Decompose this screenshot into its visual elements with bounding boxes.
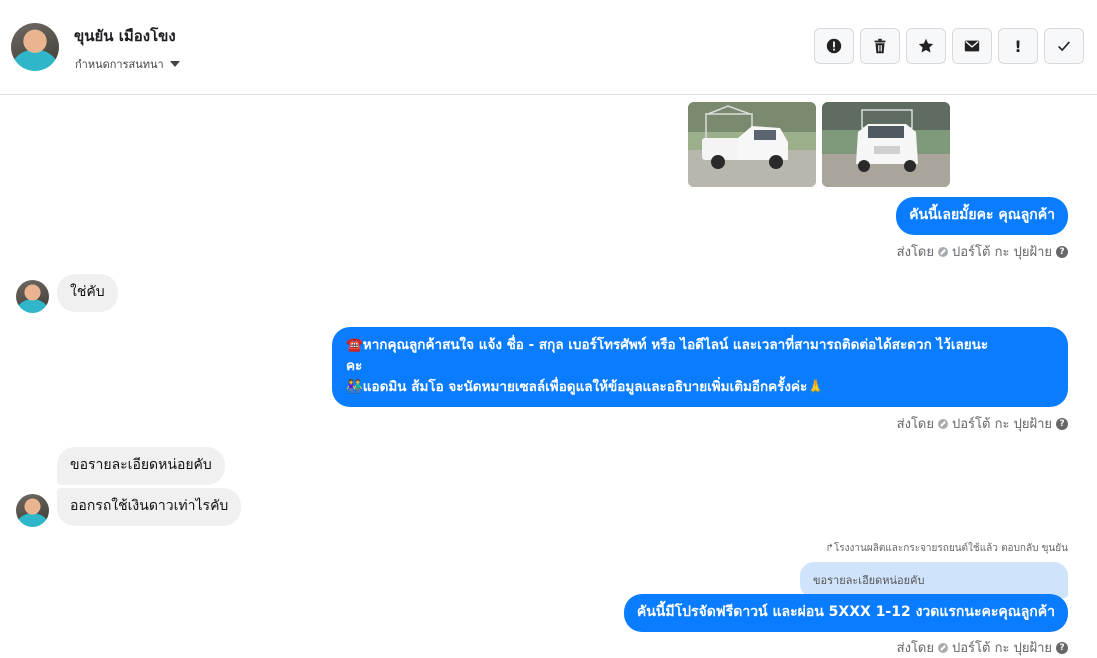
reply-context-label: ↱โรงงานผลิตและกระจายรถยนต์ใช้แล้ว ตอบกลั…	[825, 543, 1068, 554]
sent-by-label: ส่งโดย	[896, 245, 934, 260]
verified-icon	[938, 642, 948, 653]
image-attachment[interactable]	[688, 102, 816, 187]
caret-down-icon	[169, 61, 180, 67]
toolbar: !	[814, 28, 1084, 64]
message-bubble-incoming[interactable]: ใช่คับ	[57, 274, 118, 312]
sent-by-label: ส่งโดย	[896, 417, 934, 432]
star-icon	[918, 38, 934, 53]
message-text: คันนี้เลยมั้ยคะ คุณลูกค้า	[909, 207, 1055, 223]
message-text: ขอรายละเอียดหน่อยคับ	[70, 457, 212, 473]
check-icon	[1058, 41, 1071, 52]
message-bubble-incoming[interactable]: ออกรถใช้เงินดาวเท่าไรคับ	[57, 488, 242, 526]
mark-unread-button[interactable]	[952, 28, 992, 64]
trash-icon	[874, 38, 886, 54]
quoted-message[interactable]: ขอรายละเอียดหน่อยคับ	[800, 562, 1068, 598]
important-button[interactable]: !	[998, 28, 1038, 64]
spam-button[interactable]	[814, 28, 854, 64]
message-line: คะ	[346, 358, 363, 374]
alert-circle-icon	[826, 38, 842, 54]
verified-icon	[938, 418, 948, 429]
sender-avatar[interactable]	[16, 494, 49, 527]
exclamation-icon: !	[1014, 36, 1022, 56]
pickup-truck-photo	[688, 102, 816, 187]
sent-by-meta: ส่งโดย ปอร์โต้ กะ ปุยฝ้าย ?	[897, 413, 1068, 434]
sent-by-label: ส่งโดย	[896, 641, 934, 656]
sent-by-meta: ส่งโดย ปอร์โต้ กะ ปุยฝ้าย ?	[897, 637, 1068, 658]
done-button[interactable]	[1044, 28, 1084, 64]
sender-name: ปอร์โต้ กะ ปุยฝ้าย	[952, 641, 1052, 656]
help-icon[interactable]: ?	[1056, 245, 1068, 258]
pickup-truck-photo	[822, 102, 950, 187]
sender-name: ปอร์โต้ กะ ปุยฝ้าย	[952, 245, 1052, 260]
sent-by-meta: ส่งโดย ปอร์โต้ กะ ปุยฝ้าย ?	[897, 241, 1068, 262]
sender-avatar[interactable]	[16, 280, 49, 313]
message-line: 👫แอดมิน ส้มโอ จะนัดหมายเซลล์เพื่อดูแลให้…	[346, 379, 825, 395]
verified-icon	[938, 246, 948, 257]
message-line: ☎️หากคุณลูกค้าสนใจ แจ้ง ชื่อ - สกุล เบอร…	[346, 337, 989, 353]
help-icon[interactable]: ?	[1056, 641, 1068, 654]
message-bubble-outgoing[interactable]: ☎️หากคุณลูกค้าสนใจ แจ้ง ชื่อ - สกุล เบอร…	[332, 327, 1068, 407]
assign-conversation-dropdown[interactable]: กำหนดการสนทนา	[75, 55, 180, 73]
contact-avatar[interactable]	[11, 23, 59, 71]
image-attachment[interactable]	[822, 102, 950, 187]
conversation-header: ขุนยัน เมืองโขง กำหนดการสนทนา !	[0, 0, 1097, 95]
contact-name[interactable]: ขุนยัน เมืองโขง	[74, 24, 176, 48]
assign-label: กำหนดการสนทนา	[75, 58, 164, 71]
help-icon[interactable]: ?	[1056, 417, 1068, 430]
message-text: ออกรถใช้เงินดาวเท่าไรคับ	[70, 498, 229, 514]
delete-button[interactable]	[860, 28, 900, 64]
message-bubble-outgoing[interactable]: คันนี้มีโปรจัดฟรีดาวน์ และผ่อน 5XXX 1-12…	[623, 594, 1068, 632]
envelope-icon	[964, 40, 980, 52]
message-text: คันนี้มีโปรจัดฟรีดาวน์ และผ่อน 5XXX 1-12…	[636, 604, 1055, 620]
message-bubble-outgoing[interactable]: คันนี้เลยมั้ยคะ คุณลูกค้า	[896, 197, 1068, 235]
message-bubble-incoming[interactable]: ขอรายละเอียดหน่อยคับ	[57, 447, 225, 485]
message-text: ใช่คับ	[70, 284, 105, 300]
sender-name: ปอร์โต้ กะ ปุยฝ้าย	[952, 417, 1052, 432]
star-button[interactable]	[906, 28, 946, 64]
